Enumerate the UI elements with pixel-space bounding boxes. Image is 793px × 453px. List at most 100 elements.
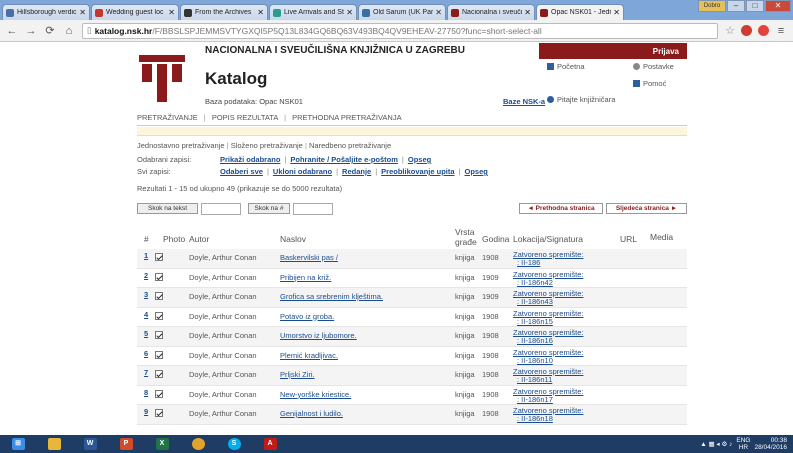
- taskbar-acrobat[interactable]: A: [252, 435, 288, 453]
- taskbar-chrome[interactable]: [180, 435, 216, 453]
- home-icon[interactable]: ⌂: [63, 25, 75, 37]
- help-link[interactable]: Pomoć: [633, 79, 666, 88]
- back-icon[interactable]: ←: [6, 25, 18, 37]
- jump-to-text-input[interactable]: [201, 203, 241, 215]
- all-scope-link[interactable]: Opseg: [464, 167, 487, 179]
- row-number-link[interactable]: 2: [144, 271, 148, 280]
- tab-close-icon[interactable]: ✕: [524, 8, 531, 17]
- next-page-button[interactable]: Sljedeća stranica ►: [606, 203, 687, 214]
- taskbar-powerpoint[interactable]: P: [108, 435, 144, 453]
- forward-icon[interactable]: →: [25, 25, 37, 37]
- simple-search-link[interactable]: Jednostavno pretraživanje: [137, 141, 225, 150]
- nav-search[interactable]: PRETRAŽIVANJE: [137, 113, 198, 122]
- row-checkbox[interactable]: [155, 311, 163, 322]
- keyboard-language[interactable]: ENG HR: [736, 437, 750, 451]
- baze-nsk-link[interactable]: Baze NSK-a: [503, 97, 545, 106]
- tray-icons[interactable]: ▲ ▦ ◂ ⚙ ♪: [700, 440, 732, 448]
- row-number-link[interactable]: 7: [144, 368, 148, 377]
- row-checkbox[interactable]: [155, 292, 163, 302]
- row-number-link[interactable]: 8: [144, 388, 148, 397]
- taskbar-excel[interactable]: X: [144, 435, 180, 453]
- row-title-link[interactable]: Genijalnost i ludilo.: [280, 409, 343, 418]
- tab-close-icon[interactable]: ✕: [613, 8, 620, 17]
- row-checkbox[interactable]: [155, 350, 163, 361]
- advanced-search-link[interactable]: Složeno pretraživanje: [231, 141, 303, 150]
- bookmark-star-icon[interactable]: ☆: [725, 24, 735, 37]
- row-signature-link[interactable]: : II-186n42: [513, 278, 583, 287]
- save-email-link[interactable]: Pohranite / Pošaljite e-poštom: [290, 155, 398, 167]
- tab-close-icon[interactable]: ✕: [168, 8, 175, 17]
- row-number-link[interactable]: 1: [144, 251, 148, 260]
- close-window-button[interactable]: ✕: [765, 0, 791, 12]
- ask-librarian-link[interactable]: Pitajte knjižničara: [547, 95, 615, 104]
- row-signature-link[interactable]: : II-186n11: [513, 376, 583, 384]
- row-signature-link[interactable]: : II-186n10: [513, 356, 583, 365]
- row-title-link[interactable]: Plemić kradljivac.: [280, 351, 338, 360]
- refine-query-link[interactable]: Preoblikovanje upita: [381, 167, 454, 179]
- browser-tab[interactable]: From the Archives ✕: [180, 4, 268, 20]
- row-number-link[interactable]: 4: [144, 310, 148, 319]
- row-title-link[interactable]: Prljski Ziri.: [280, 370, 315, 379]
- row-title-link[interactable]: Pribijen na križ.: [280, 273, 331, 282]
- row-number-link[interactable]: 6: [144, 349, 148, 358]
- tab-close-icon[interactable]: ✕: [435, 8, 442, 17]
- sort-link[interactable]: Redanje: [342, 167, 371, 179]
- command-search-link[interactable]: Naredbeno pretraživanje: [309, 141, 391, 150]
- row-signature-link[interactable]: : II-186: [513, 259, 583, 267]
- tab-close-icon[interactable]: ✕: [346, 8, 353, 17]
- sign-in-button[interactable]: Dobro: [698, 0, 726, 12]
- pinterest-extension-icon[interactable]: [758, 25, 769, 36]
- row-title-link[interactable]: Umorstvo iz ljubomore.: [280, 331, 357, 340]
- login-button[interactable]: Prijava: [539, 43, 687, 59]
- maximize-button[interactable]: □: [746, 0, 764, 12]
- tab-close-icon[interactable]: ✕: [79, 8, 86, 17]
- row-number-link[interactable]: 9: [144, 407, 148, 416]
- row-title-link[interactable]: Grofica sa srebrenim klještima.: [280, 292, 383, 301]
- tab-close-icon[interactable]: ✕: [257, 8, 264, 17]
- row-checkbox[interactable]: [155, 370, 163, 380]
- row-title-link[interactable]: Baskervilski pas /: [280, 253, 338, 262]
- jump-to-number-button[interactable]: Skok na #: [248, 203, 290, 214]
- home-link[interactable]: Početna: [547, 62, 585, 71]
- reload-icon[interactable]: ⟳: [44, 24, 56, 37]
- taskbar-word[interactable]: W: [72, 435, 108, 453]
- browser-tab[interactable]: Old Sarum (UK Par ✕: [358, 4, 446, 20]
- browser-tab[interactable]: Live Arrivals and St ✕: [269, 4, 357, 20]
- jump-to-number-input[interactable]: [293, 203, 333, 215]
- row-number-link[interactable]: 3: [144, 290, 148, 299]
- nav-previous-searches[interactable]: PRETHODNA PRETRAŽIVANJA: [292, 113, 401, 122]
- deselect-link[interactable]: Ukloni odabrano: [273, 167, 332, 179]
- row-checkbox[interactable]: [155, 331, 163, 341]
- system-clock[interactable]: 00:38 28/04/2016: [754, 437, 787, 451]
- minimize-button[interactable]: –: [727, 0, 745, 12]
- row-title-link[interactable]: Potavo iz groba.: [280, 312, 334, 321]
- browser-tab[interactable]: Wedding guest loc ✕: [91, 4, 179, 20]
- browser-tab[interactable]: Opac NSK01 - Jedn ✕: [536, 4, 624, 20]
- settings-link[interactable]: Postavke: [633, 62, 674, 71]
- browser-tab[interactable]: Nacionalna i sveuči ✕: [447, 4, 535, 20]
- row-signature-link[interactable]: : II-186n17: [513, 395, 583, 404]
- nav-result-list[interactable]: POPIS REZULTATA: [212, 113, 278, 122]
- row-signature-link[interactable]: : II-186n16: [513, 337, 583, 345]
- row-signature-link[interactable]: : II-186n15: [513, 317, 583, 326]
- selected-scope-link[interactable]: Opseg: [408, 155, 431, 167]
- show-selected-link[interactable]: Prikaži odabrano: [220, 155, 280, 167]
- extension-icon[interactable]: [741, 25, 752, 36]
- row-checkbox[interactable]: [155, 389, 163, 400]
- address-bar[interactable]: ▯ katalog.nsk.hr /F/BBSLSPJEMMSVTYGXQI5P…: [82, 22, 719, 39]
- select-all-link[interactable]: Odaberi sve: [220, 167, 263, 179]
- row-checkbox[interactable]: [155, 272, 163, 283]
- row-number-link[interactable]: 5: [144, 329, 148, 338]
- row-checkbox[interactable]: [155, 409, 163, 419]
- previous-page-button[interactable]: ◄ Prethodna stranica: [519, 203, 603, 214]
- row-title-link[interactable]: New-yorške kriestice.: [280, 390, 351, 399]
- row-signature-link[interactable]: : II-186n18: [513, 415, 583, 423]
- jump-to-text-button[interactable]: Skok na tekst: [137, 203, 198, 214]
- row-checkbox[interactable]: [155, 253, 163, 263]
- browser-tab[interactable]: Hillsborough verdic ✕: [2, 4, 90, 20]
- taskbar-skype[interactable]: S: [216, 435, 252, 453]
- start-button[interactable]: ⊞: [0, 435, 36, 453]
- row-signature-link[interactable]: : II-186n43: [513, 298, 583, 306]
- taskbar-explorer[interactable]: [36, 435, 72, 453]
- menu-icon[interactable]: ≡: [775, 25, 787, 37]
